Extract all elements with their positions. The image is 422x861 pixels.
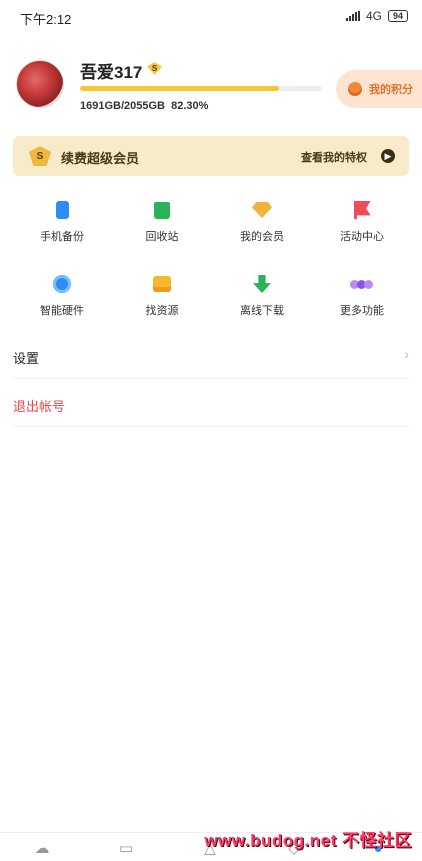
grid-item-find-resources[interactable]: 找资源: [112, 268, 212, 342]
diamond-icon: [252, 200, 272, 220]
grid-item-recycle-bin[interactable]: 回收站: [112, 194, 212, 268]
storage-percent: 82.30%: [171, 100, 209, 112]
chevron-right-icon: ›: [404, 346, 409, 362]
vip-renew-banner[interactable]: S 续费超级会员 查看我的特权 ▶: [13, 136, 409, 176]
logout-row[interactable]: 退出帐号: [13, 382, 409, 427]
status-time: 下午2:12: [20, 12, 72, 27]
battery-icon: 94: [387, 10, 408, 22]
grid-item-more-features[interactable]: 更多功能: [312, 268, 412, 342]
profile-section: 吾爱317 S 1691GB/2055GB 82.30% 我的积分: [0, 54, 422, 126]
network-label: 4G: [365, 9, 382, 23]
grid-item-label: 我的会员: [240, 231, 284, 243]
grid-item-label: 离线下载: [240, 305, 284, 317]
hardware-icon: [52, 274, 72, 294]
grid-item-label: 手机备份: [40, 231, 84, 243]
grid-item-label: 活动中心: [340, 231, 384, 243]
signal-icon: [345, 11, 360, 21]
phone-icon: [52, 200, 72, 220]
settings-label: 设置: [13, 351, 40, 366]
chevron-right-icon: ▶: [381, 149, 395, 163]
feature-grid: 手机备份 回收站 我的会员 活动中心 智能硬件 找资源 离线下载 更多功能: [0, 194, 422, 342]
grid-item-label: 更多功能: [340, 305, 384, 317]
storage-progress-fill: [80, 86, 280, 91]
avatar[interactable]: [16, 60, 64, 108]
grid-item-label: 智能硬件: [40, 305, 84, 317]
grid-item-smart-hardware[interactable]: 智能硬件: [12, 268, 112, 342]
more-icon: [349, 274, 373, 294]
vip-badge-icon: S: [147, 62, 162, 75]
download-icon: [252, 274, 272, 294]
tab-home-cloud-icon[interactable]: ☁: [32, 839, 52, 857]
coins-icon: [348, 82, 362, 96]
tab-files-folder-icon[interactable]: ▭: [116, 839, 136, 857]
grid-item-label: 回收站: [145, 231, 179, 243]
vip-diamond-icon: S: [29, 146, 51, 166]
grid-item-phone-backup[interactable]: 手机备份: [12, 194, 112, 268]
grid-item-my-membership[interactable]: 我的会员: [212, 194, 312, 268]
storage-progress-bar: [80, 86, 322, 91]
trash-icon: [152, 200, 172, 220]
watermark: www.budog.net 不怪社区: [204, 831, 412, 850]
status-indicators: 4G 94: [345, 9, 408, 23]
view-privileges-link[interactable]: 查看我的特权: [301, 149, 367, 165]
storage-info: 1691GB/2055GB 82.30%: [80, 100, 208, 112]
vip-renew-title: 续费超级会员: [61, 151, 140, 166]
username: 吾爱317: [80, 63, 143, 82]
grid-item-offline-download[interactable]: 离线下载: [212, 268, 312, 342]
settings-row[interactable]: 设置 ›: [13, 334, 409, 379]
my-points-button[interactable]: 我的积分: [336, 70, 422, 108]
points-label: 我的积分: [369, 84, 413, 96]
logout-label: 退出帐号: [13, 399, 66, 414]
status-bar: 下午2:12 4G 94: [0, 0, 422, 34]
box-icon: [152, 274, 172, 294]
grid-item-activity-center[interactable]: 活动中心: [312, 194, 412, 268]
flag-icon: [352, 200, 372, 220]
grid-item-label: 找资源: [145, 305, 179, 317]
storage-used: 1691GB/2055GB: [80, 100, 165, 112]
